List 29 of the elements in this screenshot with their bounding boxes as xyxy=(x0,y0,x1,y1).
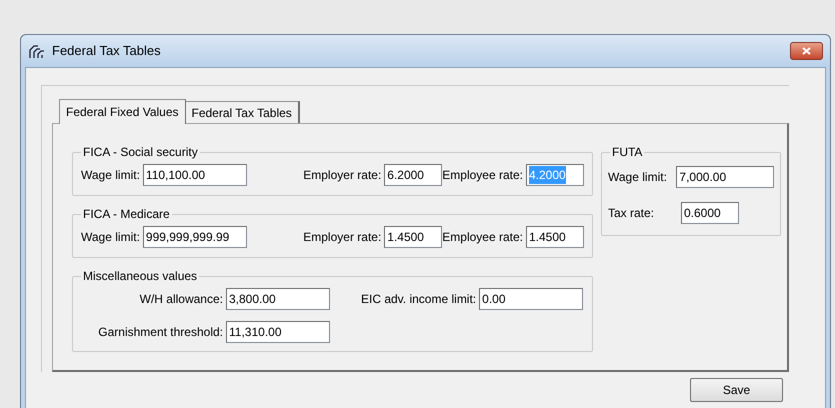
input-field[interactable]: 11,310.00 xyxy=(226,321,330,343)
close-button[interactable] xyxy=(790,42,823,60)
close-icon xyxy=(802,47,811,55)
window-title: Federal Tax Tables xyxy=(52,42,161,60)
field-label: Wage limit: xyxy=(81,230,140,244)
field-label: Employer rate: xyxy=(303,230,382,244)
field-label: EIC adv. income limit: xyxy=(361,292,476,306)
save-button[interactable]: Save xyxy=(690,378,783,402)
group-title: FICA - Social security xyxy=(81,144,200,160)
input-field[interactable]: 3,800.00 xyxy=(226,288,330,310)
input-field[interactable]: 6.2000 xyxy=(384,164,442,186)
tab[interactable]: Federal Fixed Values xyxy=(59,99,186,124)
field-label: Employee rate: xyxy=(442,168,523,182)
input-field[interactable]: 1.4500 xyxy=(384,226,442,248)
field-label: Garnishment threshold: xyxy=(98,324,223,341)
input-field[interactable]: 999,999,999.99 xyxy=(142,226,247,248)
input-field[interactable]: 7,000.00 xyxy=(676,166,774,188)
input-field[interactable]: 0.6000 xyxy=(681,202,739,224)
tab[interactable]: Federal Tax Tables xyxy=(186,101,300,123)
input-field[interactable]: 110,100.00 xyxy=(142,164,247,186)
field-label: Employee rate: xyxy=(442,230,523,244)
input-field[interactable]: 0.00 xyxy=(479,288,584,310)
app-icon xyxy=(28,43,46,59)
field-label: Wage limit: xyxy=(608,170,667,184)
field-label: Tax rate: xyxy=(608,206,654,220)
field-label: W/H allowance: xyxy=(140,291,223,308)
field-label: Wage limit: xyxy=(81,168,140,182)
input-field[interactable]: 1.4500 xyxy=(526,226,584,248)
field-label: Employer rate: xyxy=(303,168,382,182)
